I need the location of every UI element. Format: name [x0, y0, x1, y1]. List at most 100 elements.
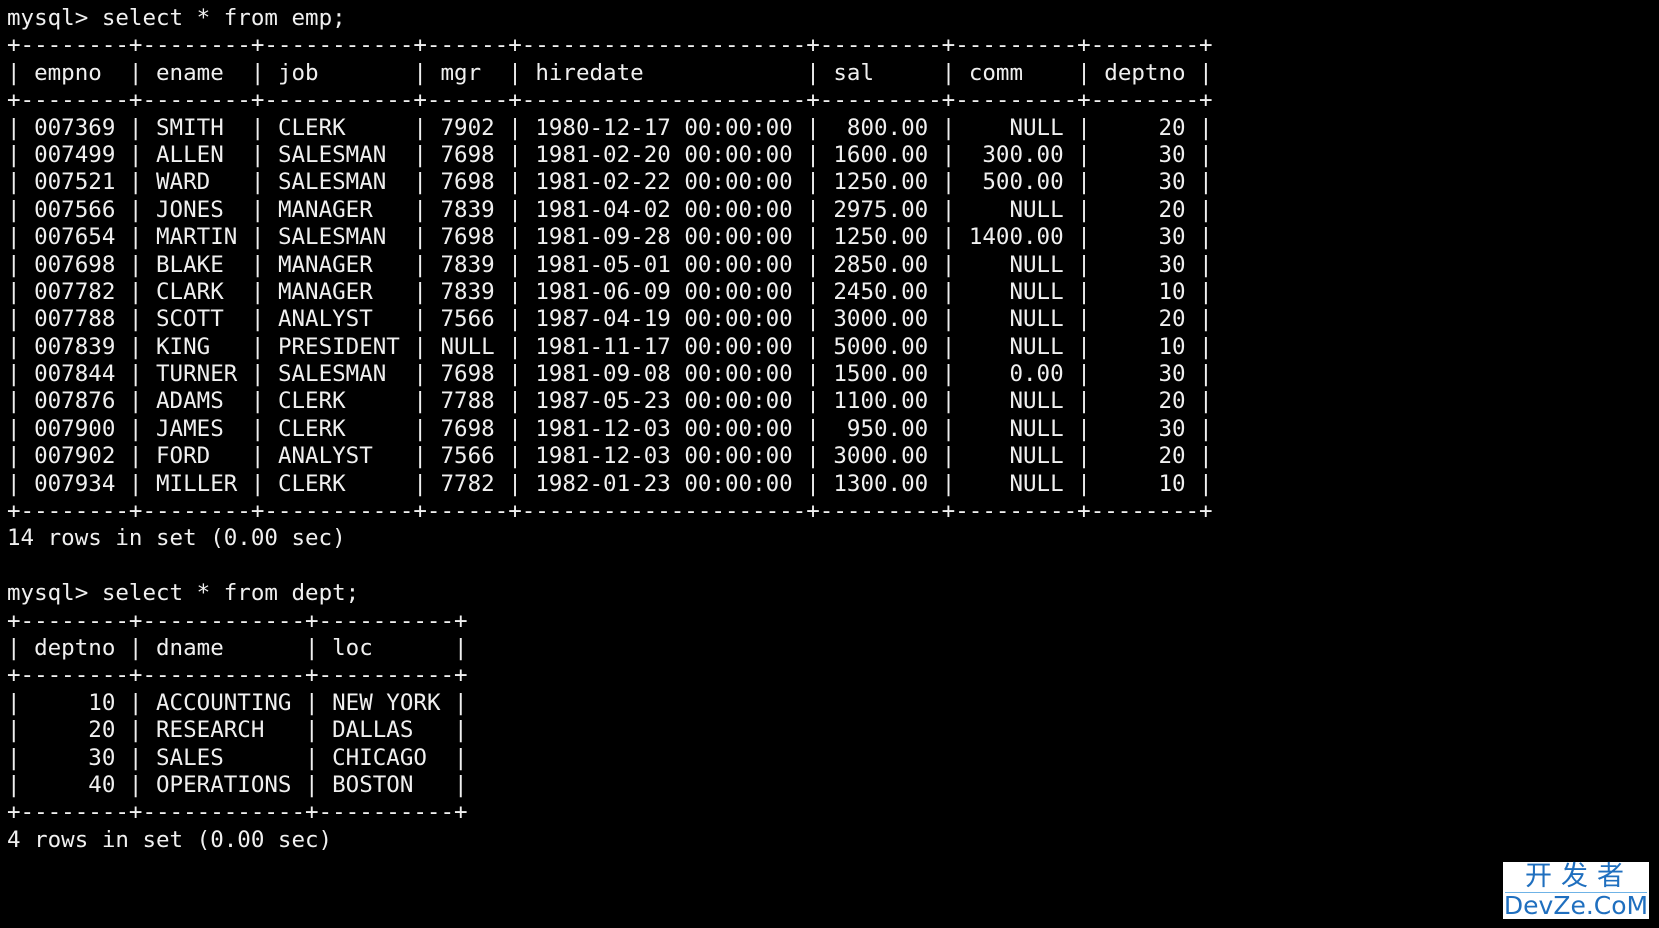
terminal-output[interactable]: mysql> select * from emp; +--------+-----…	[7, 5, 1213, 854]
cell-sal: 2850.00	[833, 251, 929, 278]
table-border: +--------+------------+----------+	[7, 608, 1213, 635]
cell-comm: NULL	[1009, 278, 1064, 305]
cell-divider: |	[1185, 306, 1213, 333]
cell-divider: |	[494, 470, 536, 497]
cell-divider: |	[440, 634, 468, 661]
cell-divider: |	[399, 361, 441, 388]
cell-divider: |	[115, 141, 157, 168]
cell-divider: |	[1063, 114, 1105, 141]
cell-hiredate: 1980-12-17 00:00:00	[535, 114, 793, 141]
cell-deptno: 20	[1158, 388, 1186, 415]
cell-divider: |	[237, 224, 278, 251]
cell-sal: 1250.00	[833, 169, 929, 196]
cell-dname: ACCOUNTING	[156, 689, 292, 716]
cell-divider: |	[494, 59, 536, 86]
cell-divider: |	[494, 306, 536, 333]
cell-ename: SCOTT	[156, 306, 224, 333]
cell-divider: |	[494, 443, 536, 470]
status-text: 14 rows in set (0.00 sec)	[7, 525, 346, 552]
cell-ename: TURNER	[156, 361, 238, 388]
cell-divider: |	[1063, 278, 1105, 305]
cell-deptno: 10	[88, 689, 116, 716]
cell-divider: |	[7, 771, 35, 798]
cell-divider: |	[1063, 141, 1105, 168]
cell-divider: |	[494, 333, 536, 360]
cell-hiredate: 1981-02-20 00:00:00	[535, 141, 793, 168]
cell-divider: |	[7, 415, 35, 442]
cell-divider: |	[1185, 141, 1213, 168]
cell-hiredate: 1981-02-22 00:00:00	[535, 169, 793, 196]
cell-divider: |	[792, 361, 834, 388]
cell-divider: |	[1185, 169, 1213, 196]
column-header-ename: ename	[156, 59, 224, 86]
cell-divider: |	[7, 224, 35, 251]
cell-mgr: 7698	[440, 224, 495, 251]
cell-dname: OPERATIONS	[156, 771, 292, 798]
cell-divider: |	[928, 169, 969, 196]
cell-divider: |	[440, 771, 468, 798]
cell-divider: |	[928, 278, 969, 305]
cell-divider: |	[494, 278, 536, 305]
cell-mgr: 7902	[440, 114, 495, 141]
cell-divider: |	[928, 59, 969, 86]
cell-divider: |	[399, 278, 441, 305]
cell-divider: |	[237, 306, 278, 333]
table-row: | 007839 | KING | PRESIDENT | NULL | 198…	[7, 334, 1213, 361]
cell-divider: |	[291, 771, 333, 798]
cell-divider: |	[115, 333, 157, 360]
column-header-mgr: mgr	[440, 59, 482, 86]
command-line: mysql> select * from dept;	[7, 580, 1213, 607]
border-line: +--------+------------+----------+	[7, 662, 468, 689]
cell-mgr: 7566	[440, 306, 495, 333]
cell-divider: |	[1185, 443, 1213, 470]
sql-command: select * from emp;	[101, 5, 346, 31]
cell-empno: 007499	[34, 141, 116, 168]
cell-deptno: 30	[1158, 415, 1186, 442]
cell-divider: |	[237, 361, 278, 388]
cell-ename: SMITH	[156, 114, 224, 141]
cell-deptno: 30	[88, 744, 116, 771]
cell-divider: |	[494, 361, 536, 388]
cell-divider: |	[1185, 196, 1213, 223]
cell-sal: 1500.00	[833, 361, 929, 388]
cell-divider: |	[792, 388, 834, 415]
cell-job: SALESMAN	[277, 361, 387, 388]
cell-divider: |	[1185, 415, 1213, 442]
cell-divider: |	[792, 306, 834, 333]
cell-divider: |	[291, 634, 333, 661]
cell-divider: |	[7, 141, 35, 168]
cell-deptno: 20	[88, 717, 116, 744]
cell-divider: |	[7, 114, 35, 141]
cell-hiredate: 1981-05-01 00:00:00	[535, 251, 793, 278]
cell-sal: 1100.00	[833, 388, 929, 415]
cell-deptno: 30	[1158, 141, 1186, 168]
table-border: +--------+--------+-----------+------+--…	[7, 32, 1213, 59]
cell-divider: |	[1185, 470, 1213, 497]
cell-job: CLERK	[277, 388, 346, 415]
cell-divider: |	[7, 744, 35, 771]
cell-deptno: 30	[1158, 224, 1186, 251]
cell-empno: 007902	[34, 443, 116, 470]
cell-divider: |	[1063, 59, 1105, 86]
cell-divider: |	[792, 59, 834, 86]
cell-mgr: 7839	[440, 196, 495, 223]
cell-loc: DALLAS	[332, 717, 414, 744]
cell-mgr: 7566	[440, 443, 495, 470]
cell-divider: |	[7, 717, 35, 744]
cell-divider: |	[237, 278, 278, 305]
cell-deptno: 30	[1158, 169, 1186, 196]
sql-command: select * from dept;	[101, 580, 360, 607]
table-row: | 007900 | JAMES | CLERK | 7698 | 1981-1…	[7, 416, 1213, 443]
cell-divider: |	[440, 744, 468, 771]
cell-empno: 007566	[34, 196, 116, 223]
cell-divider: |	[399, 470, 441, 497]
cell-divider: |	[1063, 415, 1105, 442]
cell-divider: |	[237, 470, 278, 497]
cell-deptno: 20	[1158, 306, 1186, 333]
cell-divider: |	[792, 196, 834, 223]
cell-divider: |	[7, 169, 35, 196]
cell-divider: |	[1063, 251, 1105, 278]
cell-divider: |	[792, 141, 834, 168]
column-header-job: job	[277, 59, 319, 86]
